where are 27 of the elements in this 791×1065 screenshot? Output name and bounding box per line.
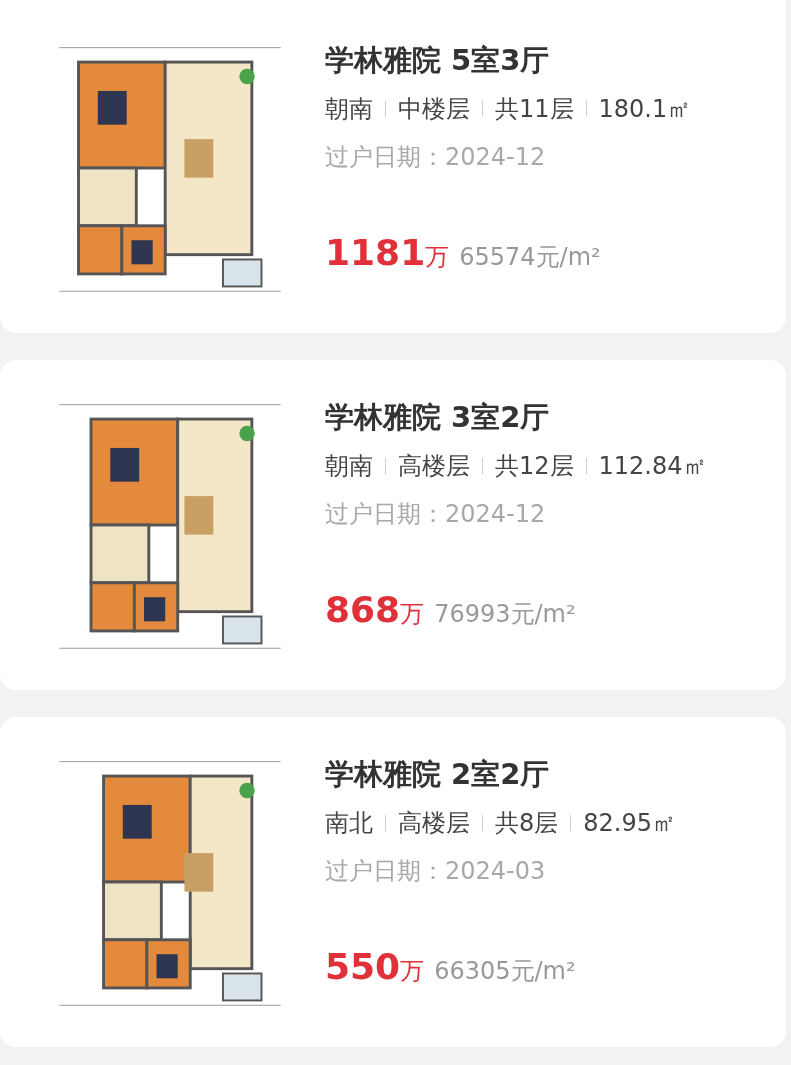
- transfer-date: 过户日期：2024-12: [325, 499, 547, 530]
- listing-attribute: 南北: [325, 808, 373, 839]
- listing-attribute: 82.95㎡: [583, 808, 676, 839]
- transfer-date: 过户日期：2024-12: [325, 142, 547, 173]
- listing-attribute: 112.84㎡: [598, 451, 707, 482]
- total-price: 550万: [325, 946, 425, 987]
- listing-title: 学林雅院 5室3厅: [325, 42, 551, 79]
- listing-attribute: 中楼层: [398, 94, 470, 125]
- listing-attribute: 180.1㎡: [598, 94, 692, 125]
- listing-attribute: 共12层: [495, 451, 574, 482]
- unit-price: 76993元/m²: [434, 599, 576, 630]
- total-price: 868万: [325, 589, 425, 630]
- listing-attribute: 高楼层: [398, 451, 470, 482]
- listing-card[interactable]: 学林雅院 3室2厅 朝南 高楼层 共12层 112.84㎡ 过户日期：2024-12 868万 76993元/m²: [0, 360, 786, 690]
- total-price: 1181万: [325, 232, 450, 273]
- listing-title: 学林雅院 2室2厅: [325, 756, 551, 793]
- unit-price: 65574元/m²: [459, 242, 601, 273]
- listing-attribute: 共11层: [495, 94, 574, 125]
- transfer-date: 过户日期：2024-03: [325, 856, 547, 887]
- listing-attribute: 高楼层: [398, 808, 470, 839]
- listing-card[interactable]: 学林雅院 2室2厅 南北 高楼层 共8层 82.95㎡ 过户日期：2024-03 550万 66305元/m²: [0, 717, 786, 1047]
- listing-attribute: 共8层: [495, 808, 559, 839]
- unit-price: 66305元/m²: [434, 956, 576, 987]
- listing-attribute: 朝南: [325, 451, 373, 482]
- listing-title: 学林雅院 3室2厅: [325, 399, 551, 436]
- listing-card[interactable]: 学林雅院 5室3厅 朝南 中楼层 共11层 180.1㎡ 过户日期：2024-12 1181万 65574元/m²: [0, 0, 786, 333]
- listing-attribute: 朝南: [325, 94, 373, 125]
